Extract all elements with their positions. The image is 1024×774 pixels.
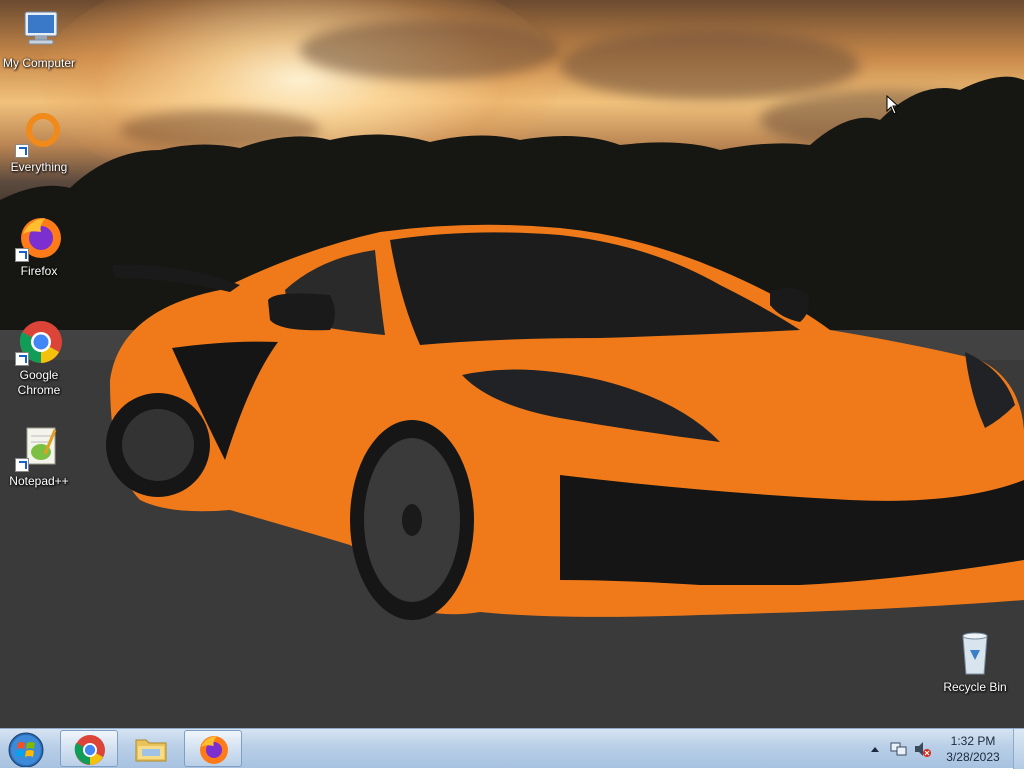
taskbar-pinned-chrome[interactable] [60,730,118,767]
shortcut-arrow-icon [15,248,29,262]
everything-search-icon [15,110,63,158]
shortcut-arrow-icon [15,352,29,366]
taskbar-clock[interactable]: 1:32 PM 3/28/2023 [934,733,1012,765]
clock-date: 3/28/2023 [946,750,1000,764]
recycle-bin-icon [951,630,999,678]
firefox-icon [200,736,228,764]
desktop-icon-label: Recycle Bin [943,680,1007,694]
desktop-icon-label: Google Chrome [17,368,61,397]
clock-time: 1:32 PM [950,734,996,748]
volume-muted-icon [915,742,931,757]
desktop-icon-label: Everything [10,160,68,174]
desktop-icon-google-chrome[interactable]: Google Chrome [0,318,78,398]
notepad-plus-plus-icon [15,424,63,472]
show-desktop-button[interactable] [1013,729,1024,769]
desktop-icon-firefox[interactable]: Firefox [0,214,78,279]
start-button[interactable] [6,731,46,768]
windows-start-orb-icon [8,732,44,768]
chrome-icon [74,735,105,765]
desktop-icon-everything[interactable]: Everything [0,110,78,175]
desktop-wallpaper [0,0,1024,728]
network-icon [890,742,907,756]
firefox-icon [15,214,63,262]
tray-volume[interactable] [912,729,932,769]
computer-icon [15,6,63,54]
show-hidden-icons-arrow [871,747,879,752]
chrome-icon [15,318,63,366]
desktop-icon-recycle-bin[interactable]: Recycle Bin [936,630,1014,695]
shortcut-arrow-icon [15,458,29,472]
folder-icon [135,739,167,762]
desktop-icon-label: Notepad++ [9,474,69,488]
mouse-cursor-icon [886,95,900,115]
taskbar: 1:32 PM 3/28/2023 [0,728,1024,769]
show-hidden-icons-button[interactable] [868,729,882,769]
desktop-icon-label: My Computer [2,56,76,70]
shortcut-arrow-icon [15,144,29,158]
desktop-icon-my-computer[interactable]: My Computer [0,6,78,71]
desktop-icon-notepad-plus-plus[interactable]: Notepad++ [0,424,78,489]
desktop-icon-label: Firefox [20,264,58,278]
taskbar-pinned-firefox[interactable] [184,730,242,767]
tray-network[interactable] [888,729,908,769]
taskbar-pinned-windows-explorer[interactable] [122,730,180,767]
